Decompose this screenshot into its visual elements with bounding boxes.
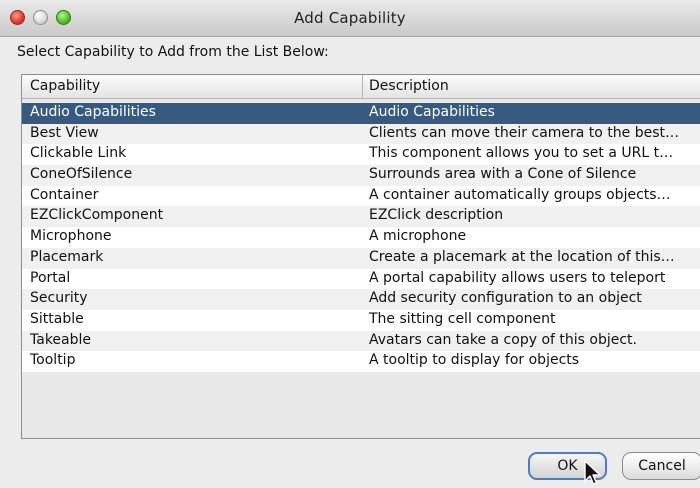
- description-cell: Surrounds area with a Cone of Silence: [369, 166, 637, 183]
- table-row[interactable]: ConeOfSilence Surrounds area with a Cone …: [22, 165, 700, 186]
- description-cell: Clients can move their camera to the bes…: [369, 124, 680, 141]
- description-cell: A microphone: [369, 228, 467, 245]
- description-cell: Audio Capabilities: [369, 104, 495, 120]
- description-cell: A tooltip to display for objects: [369, 352, 580, 369]
- description-cell: A container automatically groups objects…: [369, 186, 671, 203]
- table-row[interactable]: Best View Clients can move their camera t…: [22, 123, 700, 145]
- capability-cell: Sittable: [30, 310, 84, 327]
- table-row[interactable]: Security Add security configuration to an…: [22, 289, 700, 310]
- title-bar[interactable]: Add Capability: [0, 0, 700, 37]
- capability-cell: Tooltip: [30, 352, 76, 369]
- table-row[interactable]: Audio Capabilities Audio Capabilities: [22, 103, 700, 124]
- capability-cell: Container: [30, 186, 99, 203]
- table-row[interactable]: Container A container automatically group…: [22, 185, 700, 207]
- description-cell: EZClick description: [369, 207, 504, 224]
- description-cell: Avatars can take a copy of this object.: [369, 331, 637, 348]
- capability-cell: Portal: [30, 269, 71, 286]
- description-cell: The sitting cell component: [369, 310, 556, 327]
- table-row[interactable]: EZClickComponent EZClick description: [22, 206, 700, 228]
- mouse-pointer-icon: [584, 460, 601, 485]
- description-cell: This component allows you to set a URL t…: [369, 145, 674, 162]
- capability-cell: Best View: [30, 124, 99, 141]
- capability-table[interactable]: Capability Description Audio Capabilitie…: [21, 74, 700, 439]
- capability-cell: Microphone: [30, 228, 112, 245]
- instruction-label: Select Capability to Add from the List B…: [17, 44, 329, 60]
- description-cell: Create a placemark at the location of th…: [369, 248, 675, 265]
- column-divider[interactable]: [362, 75, 363, 99]
- column-header-capability[interactable]: Capability: [30, 78, 100, 94]
- table-row[interactable]: Takeable Avatars can take a copy of this …: [22, 330, 700, 352]
- table-row[interactable]: Portal A portal capability allows users t…: [22, 268, 700, 290]
- table-body: Audio Capabilities Audio Capabilities Best…: [22, 103, 700, 372]
- capability-cell: Audio Capabilities: [30, 104, 156, 120]
- capability-cell: Placemark: [30, 248, 104, 265]
- column-header-description[interactable]: Description: [369, 78, 449, 94]
- table-row[interactable]: Microphone A microphone: [22, 227, 700, 248]
- capability-cell: Clickable Link: [30, 145, 127, 162]
- cancel-button[interactable]: Cancel: [622, 452, 700, 480]
- capability-cell: Takeable: [30, 331, 92, 348]
- table-row[interactable]: Tooltip A tooltip to display for objects: [22, 351, 700, 372]
- table-row[interactable]: Sittable The sitting cell component: [22, 309, 700, 331]
- capability-cell: Security: [30, 290, 88, 307]
- table-row[interactable]: Clickable Link This component allows you …: [22, 144, 700, 166]
- description-cell: A portal capability allows users to tele…: [369, 269, 666, 286]
- description-cell: Add security configuration to an object: [369, 290, 642, 307]
- window-title: Add Capability: [294, 9, 406, 27]
- capability-cell: EZClickComponent: [30, 207, 164, 224]
- table-row[interactable]: Placemark Create a placemark at the locat…: [22, 247, 700, 269]
- capability-cell: ConeOfSilence: [30, 166, 133, 183]
- table-header: Capability Description: [22, 75, 700, 99]
